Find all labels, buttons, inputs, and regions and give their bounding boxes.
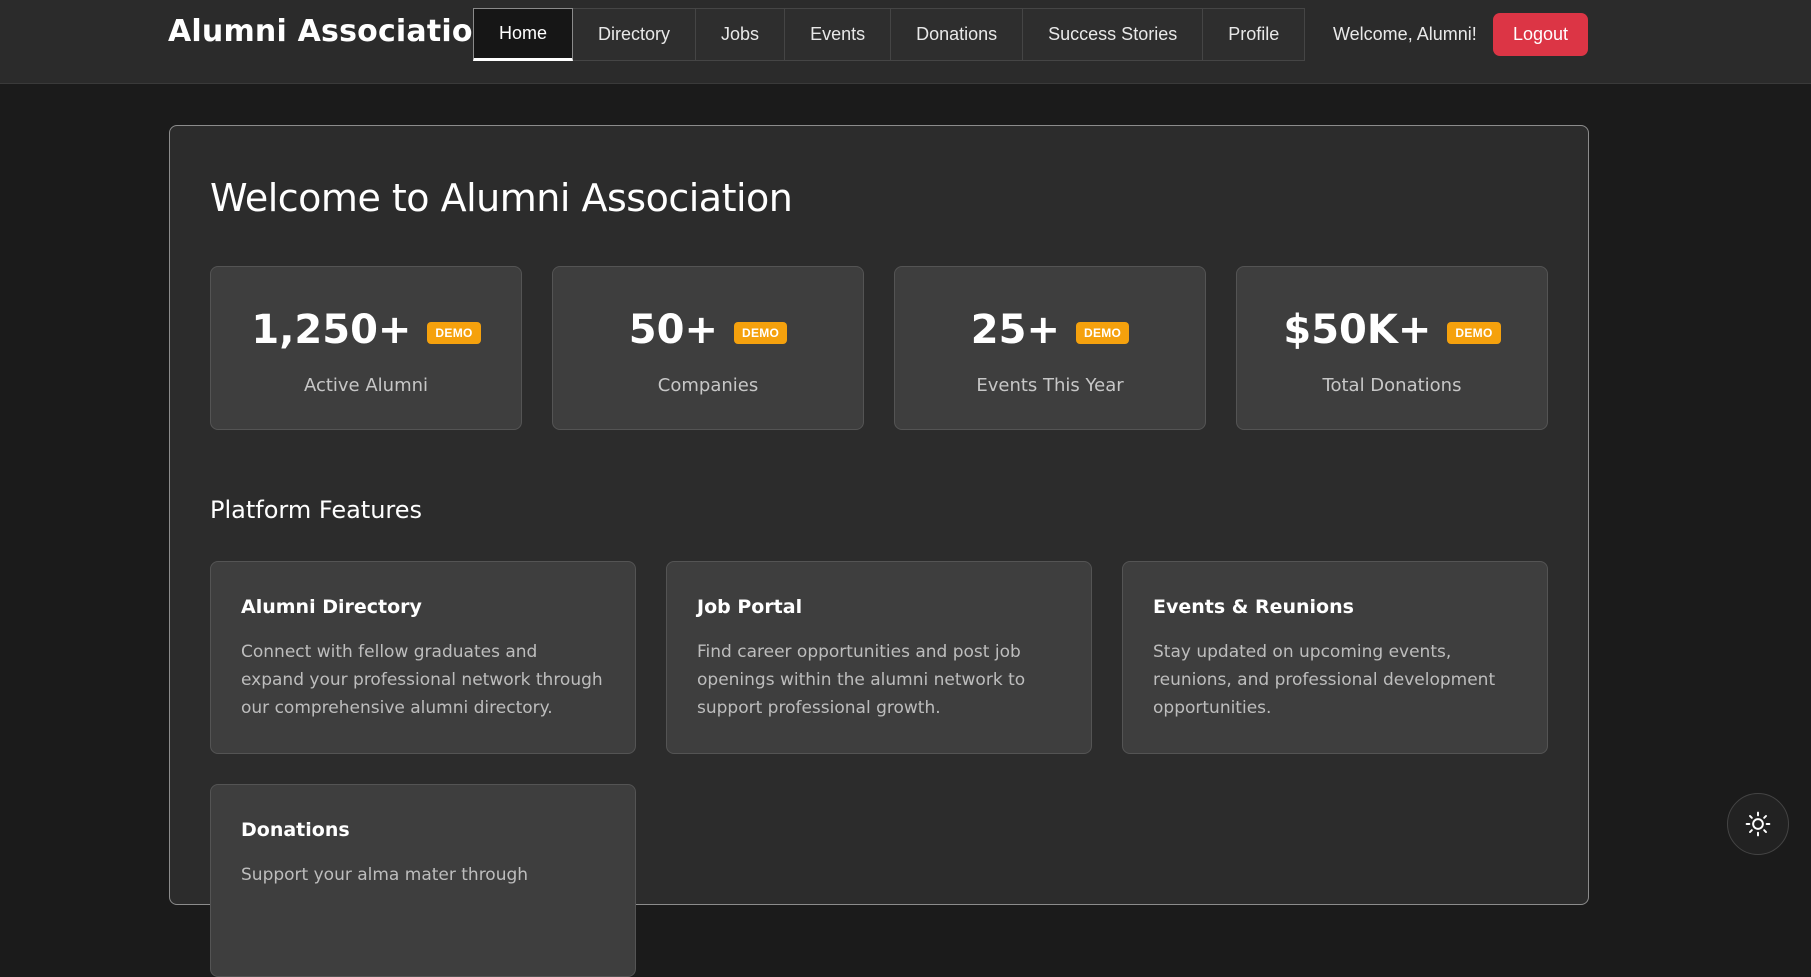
stats-row: 1,250+ DEMO Active Alumni 50+ DEMO Compa…	[210, 266, 1548, 430]
sun-icon	[1745, 811, 1771, 837]
brand-title[interactable]: Alumni Association	[168, 14, 494, 49]
stat-value: $50K+	[1283, 307, 1432, 353]
demo-badge: DEMO	[733, 322, 788, 344]
feature-card-donations[interactable]: Donations Support your alma mater throug…	[210, 784, 636, 977]
feature-title: Donations	[241, 819, 350, 841]
feature-title: Alumni Directory	[241, 596, 422, 618]
nav-jobs[interactable]: Jobs	[695, 8, 786, 61]
demo-badge: DEMO	[427, 322, 481, 344]
stat-label: Companies	[657, 375, 759, 396]
stat-label: Active Alumni	[303, 375, 429, 396]
feature-description: Stay updated on upcoming events, reunion…	[1153, 642, 1496, 718]
main-nav: Home Directory Jobs Events Donations Suc…	[473, 8, 1306, 61]
demo-badge: DEMO	[1075, 322, 1130, 344]
feature-title: Events & Reunions	[1153, 596, 1354, 618]
stat-value: 1,250+	[251, 307, 412, 353]
stat-card-donations: $50K+ DEMO Total Donations	[1236, 266, 1548, 430]
stat-value: 25+	[970, 307, 1060, 353]
nav-donations[interactable]: Donations	[890, 8, 1024, 61]
stat-label: Events This Year	[976, 375, 1124, 396]
theme-toggle-button[interactable]	[1727, 793, 1789, 855]
feature-card-events-reunions[interactable]: Events & Reunions Stay updated on upcomi…	[1122, 561, 1548, 754]
demo-badge: DEMO	[1447, 322, 1501, 344]
feature-description: Support your alma mater through	[241, 865, 529, 885]
nav-home[interactable]: Home	[473, 8, 574, 61]
nav-profile[interactable]: Profile	[1202, 8, 1306, 61]
stat-card-active-alumni: 1,250+ DEMO Active Alumni	[210, 266, 522, 430]
feature-card-job-portal[interactable]: Job Portal Find career opportunities and…	[666, 561, 1092, 754]
page-title: Welcome to Alumni Association	[210, 176, 793, 220]
nav-success-stories[interactable]: Success Stories	[1022, 8, 1204, 61]
stat-card-events: 25+ DEMO Events This Year	[894, 266, 1206, 430]
features-heading: Platform Features	[210, 496, 423, 524]
feature-card-alumni-directory[interactable]: Alumni Directory Connect with fellow gra…	[210, 561, 636, 754]
welcome-message: Welcome, Alumni!	[1333, 24, 1477, 44]
logout-button[interactable]: Logout	[1493, 13, 1588, 56]
stat-value: 50+	[628, 307, 718, 353]
stat-label: Total Donations	[1322, 375, 1462, 396]
nav-directory[interactable]: Directory	[572, 8, 697, 61]
feature-title: Job Portal	[697, 596, 803, 618]
home-panel: Welcome to Alumni Association 1,250+ DEM…	[169, 125, 1589, 977]
feature-description: Connect with fellow graduates and expand…	[241, 642, 603, 718]
top-navbar: Alumni Association Home Directory Jobs E…	[0, 0, 1811, 84]
nav-events[interactable]: Events	[784, 8, 892, 61]
feature-description: Find career opportunities and post job o…	[697, 642, 1026, 718]
stat-card-companies: 50+ DEMO Companies	[552, 266, 864, 430]
